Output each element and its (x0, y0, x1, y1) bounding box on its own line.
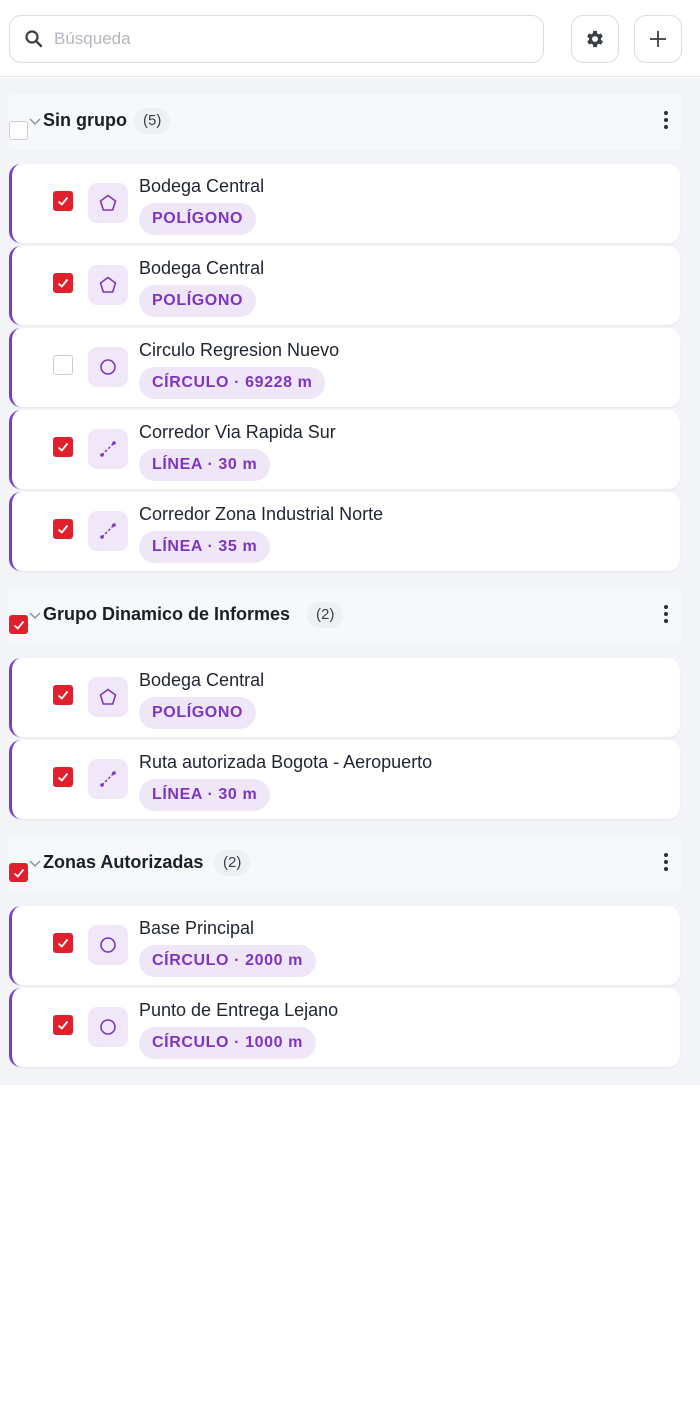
item-type-badge: CÍRCULO · 69228 m (139, 367, 326, 399)
list-item[interactable]: Corredor Zona Industrial Norte LÍNEA · 3… (9, 492, 680, 571)
item-name: Bodega Central (139, 258, 265, 278)
item-name: Corredor Via Rapida Sur (139, 422, 336, 442)
group-checkbox[interactable] (9, 121, 28, 140)
group-title: Zonas Autorizadas (43, 852, 204, 872)
item-type-badge: LÍNEA · 30 m (139, 779, 271, 811)
item-name: Ruta autorizada Bogota - Aeropuerto (139, 752, 433, 772)
list-item[interactable]: Bodega Central POLÍGONO (9, 246, 680, 325)
list-item[interactable]: Circulo Regresion Nuevo CÍRCULO · 69228 … (9, 328, 680, 407)
more-vertical-icon[interactable] (658, 851, 674, 873)
item-name: Bodega Central (139, 670, 265, 690)
group-checkbox[interactable] (9, 863, 28, 882)
circle-icon (88, 347, 128, 387)
geofence-list: Sin grupo (5) Bodega Central POLÍGONO Bo… (0, 78, 700, 1085)
item-type-badge: POLÍGONO (139, 697, 257, 729)
item-type-badge: POLÍGONO (139, 285, 257, 317)
group-checkbox[interactable] (9, 615, 28, 634)
chevron-down-icon[interactable] (28, 858, 42, 868)
item-type-badge: CÍRCULO · 2000 m (139, 945, 316, 977)
chevron-down-icon[interactable] (28, 116, 42, 126)
item-checkbox[interactable] (53, 1015, 73, 1035)
add-button[interactable] (634, 15, 682, 63)
line-icon (88, 429, 128, 469)
item-name: Circulo Regresion Nuevo (139, 340, 340, 360)
group-header[interactable]: Sin grupo (5) (8, 94, 682, 150)
item-type-badge: CÍRCULO · 1000 m (139, 1027, 316, 1059)
group-title: Grupo Dinamico de Informes (43, 604, 291, 624)
list-item[interactable]: Base Principal CÍRCULO · 2000 m (9, 906, 680, 985)
line-icon (88, 759, 128, 799)
item-checkbox[interactable] (53, 273, 73, 293)
item-name: Punto de Entrega Lejano (139, 1000, 339, 1020)
circle-icon (88, 1007, 128, 1047)
gear-icon (587, 30, 603, 48)
plus-icon (650, 31, 666, 47)
list-item[interactable]: Corredor Via Rapida Sur LÍNEA · 30 m (9, 410, 680, 489)
chevron-down-icon[interactable] (28, 610, 42, 620)
settings-button[interactable] (571, 15, 619, 63)
group-count: (2) (307, 602, 344, 628)
item-type-badge: LÍNEA · 30 m (139, 449, 271, 481)
item-name: Corredor Zona Industrial Norte (139, 504, 384, 524)
polygon-icon (88, 677, 128, 717)
group-count: (2) (214, 850, 251, 876)
item-checkbox[interactable] (53, 685, 73, 705)
group-count: (5) (134, 108, 171, 134)
more-vertical-icon[interactable] (658, 603, 674, 625)
polygon-icon (88, 265, 128, 305)
item-checkbox[interactable] (53, 355, 73, 375)
item-name: Bodega Central (139, 176, 265, 196)
group-header[interactable]: Zonas Autorizadas (2) (8, 836, 682, 892)
group-title: Sin grupo (43, 110, 127, 130)
item-type-badge: LÍNEA · 35 m (139, 531, 271, 563)
item-checkbox[interactable] (53, 437, 73, 457)
more-vertical-icon[interactable] (658, 109, 674, 131)
search-icon (25, 30, 43, 48)
item-checkbox[interactable] (53, 191, 73, 211)
item-checkbox[interactable] (53, 933, 73, 953)
list-item[interactable]: Bodega Central POLÍGONO (9, 658, 680, 737)
circle-icon (88, 925, 128, 965)
top-bar (0, 0, 700, 77)
polygon-icon (88, 183, 128, 223)
list-item[interactable]: Ruta autorizada Bogota - Aeropuerto LÍNE… (9, 740, 680, 819)
item-checkbox[interactable] (53, 767, 73, 787)
item-type-badge: POLÍGONO (139, 203, 257, 235)
line-icon (88, 511, 128, 551)
list-item[interactable]: Punto de Entrega Lejano CÍRCULO · 1000 m (9, 988, 680, 1067)
group-header[interactable]: Grupo Dinamico de Informes (2) (8, 588, 682, 644)
item-checkbox[interactable] (53, 519, 73, 539)
list-item[interactable]: Bodega Central POLÍGONO (9, 164, 680, 243)
search-input[interactable] (54, 24, 524, 54)
search-box[interactable] (9, 15, 544, 63)
item-name: Base Principal (139, 918, 255, 938)
